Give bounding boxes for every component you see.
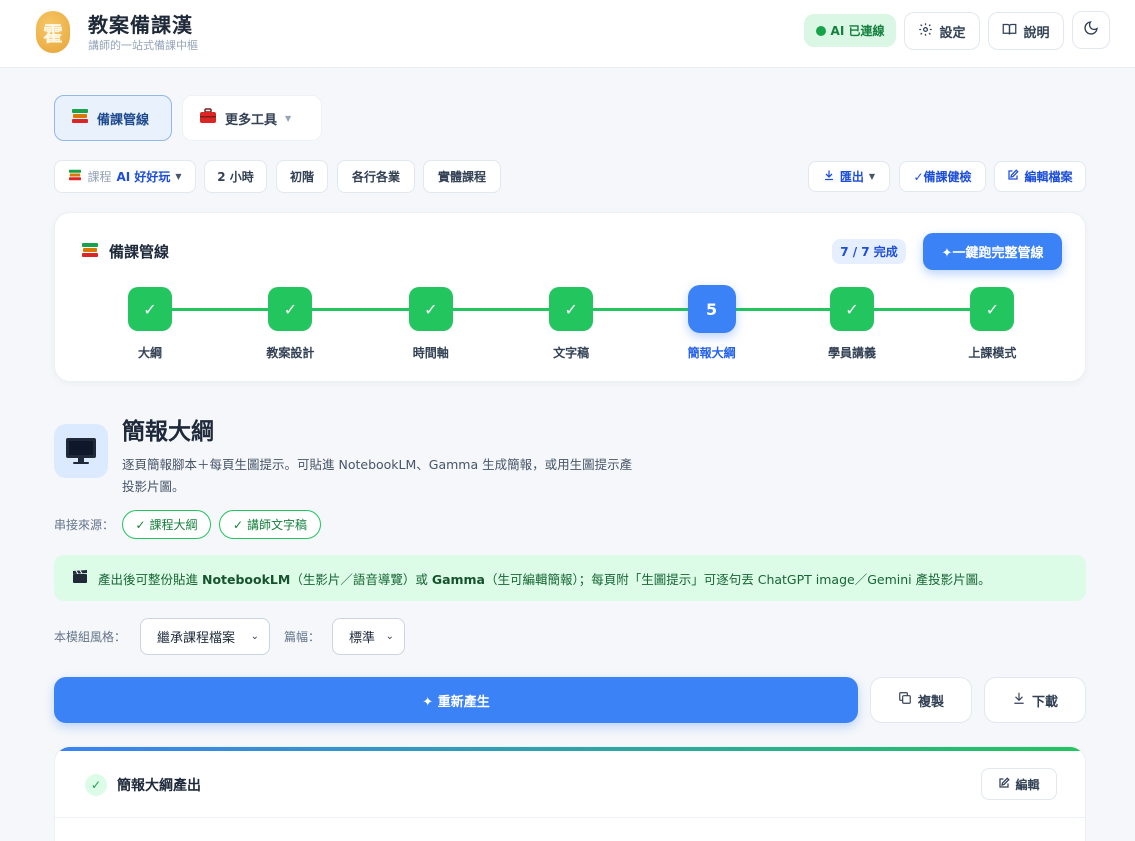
output-title: 簡報大綱產出 xyxy=(117,778,201,794)
export-label: 匯出 xyxy=(839,170,864,184)
pipeline-step-label[interactable]: 文字稿 xyxy=(521,344,621,361)
length-select-value: 標準 xyxy=(349,631,376,646)
course-value: AI 好好玩 xyxy=(116,170,171,184)
chevron-down-icon: ⌄ xyxy=(385,631,394,642)
app-subtitle: 講師的一站式備課中樞 xyxy=(88,39,198,52)
tab-pipeline-label: 備課管線 xyxy=(97,112,150,128)
pipeline-step-1[interactable]: ✓ xyxy=(128,287,172,331)
app-header: 霍 教案備課漢 講師的一站式備課中樞 AI 已連線 設定 說明 xyxy=(0,0,1135,68)
copy-label: 複製 xyxy=(917,694,944,710)
pipeline-title: 備課管線 xyxy=(81,241,169,262)
source-label: 串接來源： xyxy=(54,518,115,532)
output-edit-button[interactable]: 編輯 xyxy=(981,768,1057,800)
status-dot-icon xyxy=(815,25,826,36)
output-edit-label: 編輯 xyxy=(1015,777,1040,792)
edit-icon xyxy=(998,776,1011,792)
pipeline-step-label[interactable]: 時間軸 xyxy=(381,344,481,361)
pipeline-step-label[interactable]: 簡報大綱 xyxy=(662,344,762,361)
gear-icon xyxy=(918,22,933,41)
settings-button[interactable]: 設定 xyxy=(904,12,980,50)
theme-toggle-button[interactable] xyxy=(1072,11,1110,49)
style-select-value: 繼承課程檔案 xyxy=(157,631,236,646)
tab-more-tools-label: 更多工具 xyxy=(225,112,278,128)
audience-chip[interactable]: 各行各業 xyxy=(337,160,415,193)
download-label: 下載 xyxy=(1031,694,1058,710)
output-accent-bar xyxy=(55,747,1085,751)
copy-icon xyxy=(898,691,912,709)
help-label: 說明 xyxy=(1023,25,1050,41)
output-card: ✓ 簡報大綱產出 編輯 xyxy=(54,746,1086,841)
toolbox-icon xyxy=(199,108,217,128)
style-label: 本模組風格： xyxy=(54,630,127,644)
caret-down-icon: ▼ xyxy=(175,172,182,181)
module-description: 逐頁簡報腳本＋每頁生圖提示。可貼進 NotebookLM、Gamma 生成簡報，… xyxy=(122,457,633,494)
check-icon: ✓ xyxy=(135,517,146,532)
check-icon: ✓ xyxy=(232,517,244,532)
pipeline-step-6[interactable]: ✓ xyxy=(830,287,874,331)
module-title: 簡報大綱 xyxy=(122,419,214,445)
source-chip-label: 講師文字稿 xyxy=(247,518,308,532)
help-button[interactable]: 說明 xyxy=(988,12,1064,50)
pipeline-title-text: 備課管線 xyxy=(109,243,170,261)
duration-chip[interactable]: 2 小時 xyxy=(204,160,267,193)
books-icon xyxy=(68,169,82,184)
download-button[interactable]: 下載 xyxy=(984,677,1086,723)
length-select[interactable]: 標準 ⌄ xyxy=(332,618,405,655)
ai-status-text: AI 已連線 xyxy=(830,24,885,38)
course-label: 課程 xyxy=(87,170,112,184)
health-check-button[interactable]: ✓備課健檢 xyxy=(899,161,986,192)
course-selector[interactable]: 課程 AI 好好玩 ▼ xyxy=(54,160,196,193)
clapperboard-icon xyxy=(72,569,88,587)
app-title: 教案備課漢 xyxy=(88,13,193,37)
chevron-down-icon: ⌄ xyxy=(250,631,259,642)
run-full-pipeline-button[interactable]: ✦一鍵跑完整管線 xyxy=(923,233,1062,270)
pipeline-step-7[interactable]: ✓ xyxy=(970,287,1015,331)
style-select[interactable]: 繼承課程檔案 ⌄ xyxy=(140,618,270,655)
pipeline-card: 備課管線 7 / 7 完成 ✦一鍵跑完整管線 ✓ 大綱 ✓ 教案設計 ✓ 時間軸 ✓ 文字稿 5… xyxy=(54,212,1086,382)
pipeline-step-label[interactable]: 學員講義 xyxy=(802,344,902,361)
caret-down-icon: ▼ xyxy=(285,113,292,123)
level-chip[interactable]: 初階 xyxy=(276,160,328,193)
tab-pipeline[interactable]: 備課管線 xyxy=(54,95,172,141)
edit-file-label: 編輯檔案 xyxy=(1024,170,1073,184)
format-chip[interactable]: 實體課程 xyxy=(423,160,501,193)
monitor-icon xyxy=(54,424,108,478)
copy-button[interactable]: 複製 xyxy=(870,677,972,723)
output-divider xyxy=(55,817,1085,818)
edit-file-button[interactable]: 編輯檔案 xyxy=(994,161,1086,192)
caret-down-icon: ▼ xyxy=(868,172,876,181)
length-label: 篇幅： xyxy=(284,630,321,644)
pipeline-step-4[interactable]: ✓ xyxy=(549,287,594,331)
check-circle-icon: ✓ xyxy=(85,774,107,796)
pipeline-step-label[interactable]: 大綱 xyxy=(100,344,200,361)
source-chip-script[interactable]: ✓ 講師文字稿 xyxy=(219,510,321,539)
edit-icon xyxy=(1007,169,1020,184)
progress-badge: 7 / 7 完成 xyxy=(832,239,906,264)
pipeline-step-5[interactable]: 5 xyxy=(687,285,736,333)
pipeline-step-3[interactable]: ✓ xyxy=(408,287,453,331)
export-button[interactable]: 匯出 ▼ xyxy=(808,161,890,192)
book-icon xyxy=(1002,22,1017,41)
app-logo: 霍 xyxy=(36,11,70,53)
books-icon xyxy=(81,242,99,262)
pipeline-step-label[interactable]: 上課模式 xyxy=(942,344,1042,361)
ai-status-badge: AI 已連線 xyxy=(804,14,896,47)
usage-note: 產出後可整份貼進 NotebookLM（生影片／語音導覽）或 Gamma（生可編… xyxy=(54,555,1086,601)
source-chip-label: 課程大綱 xyxy=(149,518,198,532)
moon-icon xyxy=(1083,20,1099,40)
usage-note-text: 產出後可整份貼進 NotebookLM（生影片／語音導覽）或 Gamma（生可編… xyxy=(98,571,991,587)
pipeline-step-2[interactable]: ✓ xyxy=(268,287,313,331)
tab-more-tools[interactable]: 更多工具 ▼ xyxy=(182,95,322,141)
settings-label: 設定 xyxy=(939,25,966,41)
download-icon xyxy=(1012,691,1026,709)
books-icon xyxy=(71,108,89,128)
regenerate-button[interactable]: ✦ 重新產生 xyxy=(54,677,858,723)
source-chip-outline[interactable]: ✓ 課程大綱 xyxy=(122,510,211,539)
download-icon xyxy=(823,169,835,184)
pipeline-step-label[interactable]: 教案設計 xyxy=(240,344,340,361)
